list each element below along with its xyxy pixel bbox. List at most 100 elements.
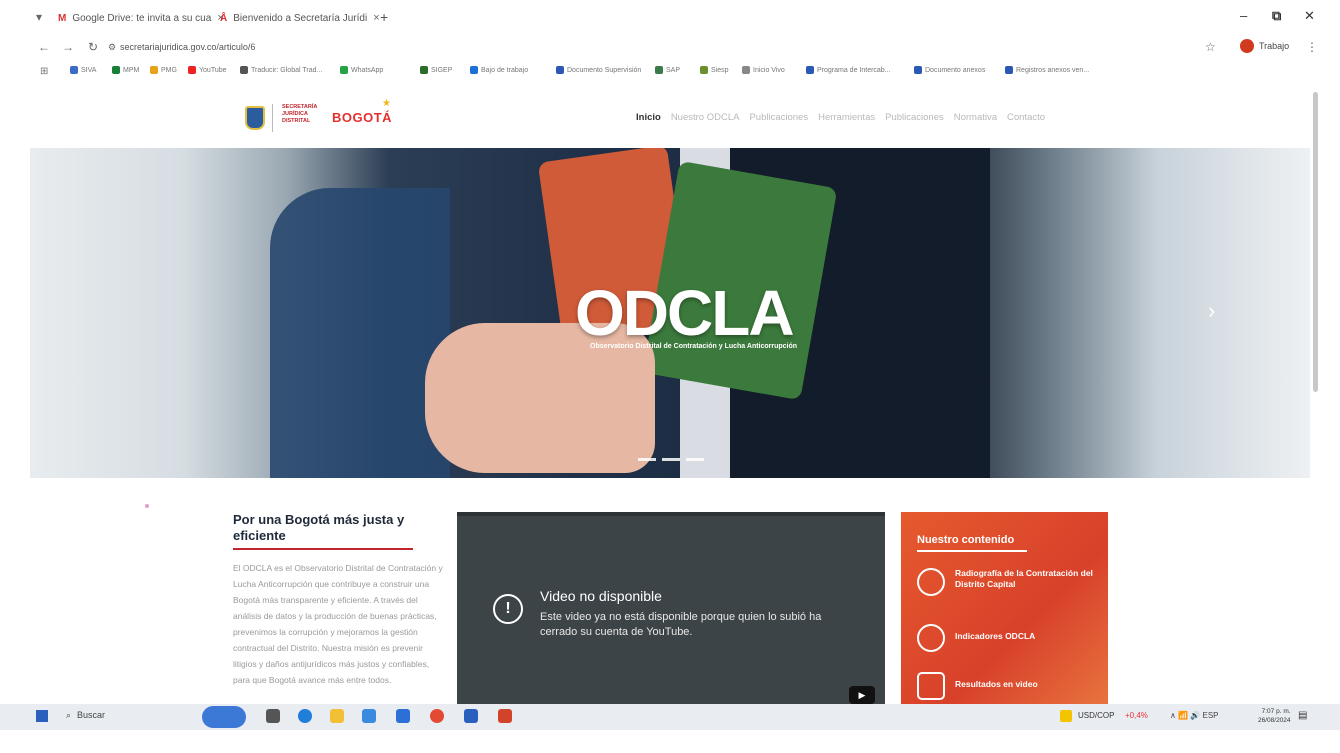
site-icon: Å — [220, 12, 228, 24]
clock-date: 26/08/2024 — [1258, 717, 1291, 724]
nav-normativa[interactable]: Normativa — [954, 112, 997, 123]
bookmark-item[interactable]: SIGEP — [420, 66, 452, 74]
site-info-icon[interactable]: ⚙ — [108, 42, 116, 53]
gmail-icon: M — [58, 12, 67, 24]
tab-google-drive[interactable]: M Google Drive: te invita a su cua × — [58, 8, 224, 28]
currency-icon[interactable] — [1060, 710, 1072, 722]
new-tab-button[interactable]: + — [380, 9, 388, 25]
page-scrollbar[interactable] — [1313, 92, 1318, 392]
apps-grid-icon[interactable]: ⊞ — [40, 66, 48, 77]
bookmark-label: PMG — [161, 66, 177, 74]
document-icon — [917, 568, 945, 596]
bookmark-label: Registros anexos ven... — [1016, 66, 1090, 74]
url-field[interactable]: secretariajuridica.gov.co/articulo/6 — [120, 42, 255, 52]
bookmark-item[interactable]: Traducir: Global Trad... — [240, 66, 322, 74]
nav-contacto[interactable]: Contacto — [1007, 112, 1045, 123]
bookmark-icon — [914, 66, 922, 74]
outlook-icon[interactable] — [396, 709, 410, 723]
taskbar-search[interactable]: ⌕ Buscar — [66, 710, 105, 721]
restore-icon[interactable]: ⧉ — [1272, 8, 1281, 24]
bookmark-label: Programa de Intercab... — [817, 66, 891, 74]
powerpoint-icon[interactable] — [498, 709, 512, 723]
weather-widget-icon[interactable] — [202, 706, 246, 728]
menu-icon[interactable]: ⋮ — [1306, 40, 1318, 54]
bookmark-icon — [1005, 66, 1013, 74]
currency-label[interactable]: USD/COP — [1078, 711, 1114, 720]
bookmark-label: SAP — [666, 66, 681, 74]
store-icon[interactable] — [362, 709, 376, 723]
logo-divider — [272, 104, 273, 132]
bogota-logo[interactable]: BOGOTÁ — [332, 110, 392, 125]
bookmark-item[interactable]: PMG — [150, 66, 177, 74]
bookmark-icon — [240, 66, 248, 74]
site-header: SECRETARÍA JURÍDICA DISTRITAL BOGOTÁ ★ I… — [30, 92, 1310, 148]
intro-section: Por una Bogotá más justa y eficiente El … — [233, 512, 443, 688]
video-player[interactable]: ! Video no disponible Este video ya no e… — [457, 512, 885, 704]
nav-nuestro-odcla[interactable]: Nuestro ODCLA — [671, 112, 740, 123]
tab-search-icon[interactable]: ▾ — [36, 10, 42, 24]
secretaria-logo[interactable]: SECRETARÍA JURÍDICA DISTRITAL — [282, 104, 317, 125]
bookmark-item[interactable]: Siesp — [700, 66, 729, 74]
volume-icon[interactable]: 🔊 — [1190, 711, 1200, 720]
close-window-icon[interactable]: ✕ — [1304, 8, 1315, 24]
profile-avatar — [1240, 39, 1254, 53]
task-view-icon[interactable] — [266, 709, 280, 723]
clock-time: 7:07 p. m. — [1261, 708, 1291, 715]
bookmark-label: Bajo de trabajo — [481, 66, 529, 74]
bookmark-item[interactable]: Registros anexos ven... — [1005, 66, 1089, 74]
minimize-icon[interactable]: – — [1240, 8, 1247, 23]
notifications-icon[interactable]: ▤ — [1298, 710, 1307, 721]
bookmark-item[interactable]: MPM — [112, 66, 139, 74]
bookmark-item[interactable]: Programa de Intercab... — [806, 66, 891, 74]
bookmark-icon — [470, 66, 478, 74]
reload-icon[interactable]: ↻ — [88, 40, 98, 54]
nav-inicio[interactable]: Inicio — [636, 112, 661, 123]
browser-tab-bar: ▾ M Google Drive: te invita a su cua × Å… — [0, 0, 1340, 36]
nav-publicaciones[interactable]: Publicaciones — [749, 112, 808, 123]
file-explorer-icon[interactable] — [330, 709, 344, 723]
bookmark-item[interactable]: SAP — [655, 66, 680, 74]
profile-button[interactable]: Trabajo — [1240, 39, 1289, 53]
bookmark-label: Siesp — [711, 66, 729, 74]
bookmark-item[interactable]: YouTube — [188, 66, 227, 74]
bookmark-item[interactable]: Documento anexos — [914, 66, 985, 74]
bookmark-item[interactable]: SIVA — [70, 66, 96, 74]
bookmark-label: SIVA — [81, 66, 97, 74]
title-underline — [233, 548, 413, 550]
bookmark-icon — [420, 66, 428, 74]
bookmark-star-icon[interactable]: ☆ — [1205, 40, 1216, 54]
network-icon[interactable]: 📶 — [1178, 711, 1188, 720]
word-icon[interactable] — [464, 709, 478, 723]
bogota-shield-logo[interactable] — [245, 106, 265, 130]
chevron-up-icon[interactable]: ∧ — [1170, 711, 1176, 720]
bookmark-item[interactable]: Bajo de trabajo — [470, 66, 528, 74]
nav-publicaciones-2[interactable]: Publicaciones — [885, 112, 944, 123]
panel-item-videos[interactable]: Resultados en video — [917, 672, 1095, 700]
intro-body: El ODCLA es el Observatorio Distrital de… — [233, 563, 443, 685]
carousel-indicator[interactable] — [638, 458, 656, 461]
panel-item-label: Radiografía de la Contratación del Distr… — [955, 568, 1093, 589]
carousel-indicator[interactable] — [686, 458, 704, 461]
youtube-icon[interactable]: ▶ — [849, 686, 875, 704]
close-tab-icon[interactable]: × — [373, 12, 379, 24]
bookmark-item[interactable]: WhatsApp — [340, 66, 383, 74]
bookmark-item[interactable]: Inicio Vivo — [742, 66, 785, 74]
system-tray[interactable]: ∧ 📶 🔊 ESP — [1170, 711, 1219, 720]
panel-item-indicadores[interactable]: Indicadores ODCLA — [917, 624, 1095, 652]
windows-start-icon[interactable] — [36, 710, 48, 722]
carousel-indicator[interactable] — [662, 458, 680, 461]
edge-icon[interactable] — [298, 709, 312, 723]
bookmark-label: Documento Supervisión — [567, 66, 642, 74]
back-icon[interactable]: ← — [38, 40, 50, 54]
bookmarks-bar: ⊞ SIVA MPM PMG YouTube Traducir: Global Trad… — [0, 60, 1340, 84]
language-indicator[interactable]: ESP — [1203, 711, 1219, 720]
main-nav: Inicio Nuestro ODCLA Publicaciones Herra… — [636, 112, 1045, 123]
tab-secretaria[interactable]: Å Bienvenido a Secretaría Jurídi × — [220, 8, 380, 28]
clock[interactable]: 7:07 p. m. 26/08/2024 — [1258, 707, 1291, 725]
bookmark-item[interactable]: Documento Supervisión — [556, 66, 641, 74]
chrome-icon[interactable] — [430, 709, 444, 723]
panel-item-radiografia[interactable]: Radiografía de la Contratación del Distr… — [917, 568, 1095, 596]
chevron-right-icon[interactable]: › — [1208, 298, 1215, 324]
forward-icon[interactable]: → — [62, 40, 74, 54]
nav-herramientas[interactable]: Herramientas — [818, 112, 875, 123]
